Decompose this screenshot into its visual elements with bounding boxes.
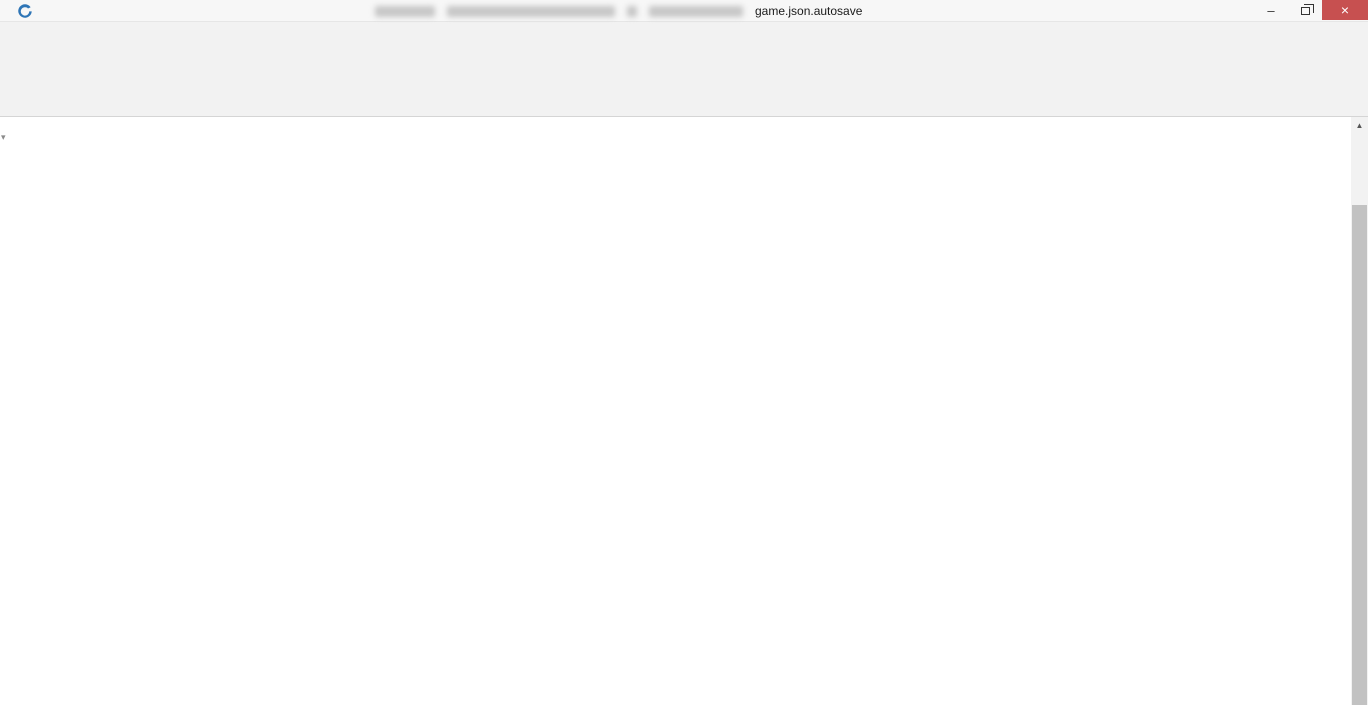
vertical-scrollbar[interactable]: ▲	[1351, 117, 1368, 705]
gdevelop-logo-icon	[16, 2, 34, 20]
collapse-triangle-icon[interactable]: ▾	[1, 132, 6, 143]
close-button[interactable]: ×	[1322, 0, 1368, 20]
redacted-title-segment	[627, 6, 637, 17]
window-title-text: game.json.autosave	[755, 4, 862, 18]
scrollbar-thumb[interactable]	[1352, 205, 1367, 705]
minimize-button[interactable]: –	[1254, 0, 1288, 20]
window-title: game.json.autosave	[375, 4, 862, 18]
redacted-title-segment	[447, 6, 615, 17]
scroll-up-arrow-icon[interactable]: ▲	[1351, 117, 1368, 134]
restore-icon	[1301, 7, 1310, 15]
restore-button[interactable]	[1288, 0, 1322, 20]
redacted-title-segment	[649, 6, 743, 17]
events-editor: ▾ ▲	[0, 117, 1368, 705]
redacted-title-segment	[375, 6, 435, 17]
toolbar	[0, 44, 1368, 88]
title-bar: game.json.autosave – ×	[0, 0, 1368, 22]
tab-bar	[0, 88, 1368, 117]
event-tree-gutter: ▾	[0, 117, 22, 705]
menu-bar	[0, 22, 1368, 44]
